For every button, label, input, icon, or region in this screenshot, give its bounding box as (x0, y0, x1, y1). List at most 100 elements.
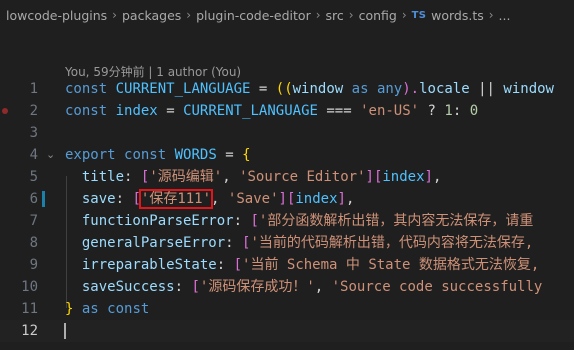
token-keyword: export (65, 147, 116, 163)
breadcrumb-item-lowcode-plugins[interactable]: lowcode-plugins (6, 8, 107, 23)
token-string: '部分函数解析出错，其内容无法保存，请重 (258, 213, 534, 229)
token-operator: = (166, 103, 175, 119)
code-editor: lowcode-plugins › packages › plugin-code… (0, 0, 574, 350)
token-punctuation: : (216, 257, 226, 273)
breadcrumb: lowcode-plugins › packages › plugin-code… (0, 0, 574, 30)
token-bracket: { (242, 147, 251, 163)
line-content: title: ['源码编辑', 'Source Editor'][index], (65, 166, 442, 188)
token-keyword: as (81, 301, 99, 317)
token-variable: window (292, 81, 344, 97)
token-bracket: [ (250, 213, 259, 229)
token-punctuation: , (222, 169, 231, 185)
token-variable: window (503, 81, 554, 97)
token-property: generalParseError (81, 235, 226, 251)
token-keyword: const (107, 301, 150, 317)
code-line[interactable]: 1 const CURRENT_LANGUAGE = ((window as a… (0, 78, 574, 100)
token-string: '当前 Schema 中 State 数据格式无法恢复, (242, 257, 540, 273)
breadcrumb-item-more[interactable]: ... (499, 8, 511, 23)
token-constant: index (382, 169, 425, 185)
token-number: 0 (469, 103, 479, 119)
code-line[interactable]: 7 functionParseError: ['部分函数解析出错，其内容无法保存… (0, 210, 574, 232)
token-keyword: as (351, 81, 369, 97)
token-bracket: ). (402, 81, 420, 97)
code-line[interactable]: 10 saveSuccess: ['源码保存成功！', 'Source code… (0, 276, 574, 298)
token-punctuation: , (345, 191, 355, 207)
token-bracket: ] (424, 169, 433, 185)
token-constant: index (295, 191, 338, 207)
line-content: functionParseError: ['部分函数解析出错，其内容无法保存，请… (65, 210, 533, 232)
line-content: irreparableState: ['当前 Schema 中 State 数据… (65, 254, 539, 276)
token-string: 'Source Editor' (239, 169, 366, 185)
token-property: title (81, 169, 125, 185)
token-string: '当前的代码解析出错，代码内容将无法保存, (250, 235, 534, 251)
token-operator: = (225, 147, 234, 163)
code-line[interactable]: 9 irreparableState: ['当前 Schema 中 State … (0, 254, 574, 276)
code-line-active[interactable]: 12 (0, 320, 574, 342)
token-punctuation: : (225, 235, 234, 251)
token-bracket: } (65, 301, 74, 317)
token-property: functionParseError (81, 213, 234, 229)
token-number: 1 (444, 103, 453, 119)
code-area[interactable]: 1 const CURRENT_LANGUAGE = ((window as a… (0, 78, 574, 342)
code-line[interactable]: 3 (0, 122, 574, 144)
token-punctuation: : (174, 279, 184, 295)
breadcrumb-item-config[interactable]: config (359, 8, 397, 23)
token-operator: : (452, 103, 462, 119)
token-punctuation: : (115, 191, 125, 207)
line-content: } as const (65, 298, 149, 320)
line-number: 10 (21, 279, 38, 295)
token-punctuation: , (314, 279, 324, 295)
token-constant: WORDS (174, 147, 217, 163)
chevron-right-icon: › (186, 8, 192, 22)
token-keyword: const (124, 147, 167, 163)
line-content: const CURRENT_LANGUAGE = ((window as any… (65, 78, 554, 100)
code-line[interactable]: 6 save: ['保存111', 'Save'][index], (0, 188, 574, 210)
token-type: any (376, 81, 403, 97)
typescript-icon: TS (411, 9, 427, 21)
token-operator: = (258, 81, 268, 97)
token-keyword: const (65, 81, 108, 97)
token-bracket: ] (278, 191, 287, 207)
line-number: 8 (29, 235, 38, 251)
modified-line-indicator[interactable] (42, 191, 45, 207)
line-number: 2 (29, 103, 38, 119)
token-operator: === (326, 103, 352, 119)
token-bracket: (( (275, 81, 293, 97)
code-line[interactable]: 4 ⌄ export const WORDS = { (0, 144, 574, 166)
line-number: 7 (29, 213, 38, 229)
token-string: 'en-US' (360, 103, 420, 119)
token-string: 'Source code successfully (331, 279, 543, 295)
token-property: save (81, 191, 116, 207)
line-number: 6 (29, 191, 38, 207)
code-line[interactable]: 11 } as const (0, 298, 574, 320)
text-cursor (64, 323, 66, 339)
code-line[interactable]: 2 const index = CURRENT_LANGUAGE === 'en… (0, 100, 574, 122)
code-line[interactable]: 8 generalParseError: ['当前的代码解析出错，代码内容将无法… (0, 232, 574, 254)
line-number: 9 (29, 257, 38, 273)
token-operator: ? (427, 103, 436, 119)
token-bracket: [ (132, 191, 141, 207)
breadcrumb-item-plugin-code-editor[interactable]: plugin-code-editor (196, 8, 311, 23)
chevron-down-icon[interactable]: ⌄ (46, 144, 55, 166)
chevron-right-icon: › (348, 8, 354, 22)
token-punctuation: : (124, 169, 133, 185)
token-bracket: ] (337, 191, 346, 207)
line-number: 1 (29, 81, 38, 97)
breadcrumb-item-packages[interactable]: packages (122, 8, 181, 23)
token-bracket: [ (191, 279, 200, 295)
line-content: save: ['保存111', 'Save'][index], (65, 188, 354, 210)
token-property: locale (419, 81, 470, 97)
token-property: saveSuccess (81, 279, 175, 295)
breadcrumb-item-src[interactable]: src (326, 8, 344, 23)
chevron-right-icon: › (112, 8, 117, 22)
line-content: generalParseError: ['当前的代码解析出错，代码内容将无法保存… (65, 232, 533, 254)
token-punctuation: : (233, 213, 243, 229)
token-constant: CURRENT_LANGUAGE (115, 81, 251, 97)
token-keyword: const (65, 103, 108, 119)
token-constant: CURRENT_LANGUAGE (183, 103, 318, 119)
code-line[interactable]: 5 title: ['源码编辑', 'Source Editor'][index… (0, 166, 574, 188)
line-content: const index = CURRENT_LANGUAGE === 'en-U… (65, 100, 478, 122)
breadcrumb-item-file[interactable]: words.ts (431, 8, 484, 23)
chevron-right-icon: › (401, 8, 407, 22)
line-number: 12 (21, 323, 38, 339)
